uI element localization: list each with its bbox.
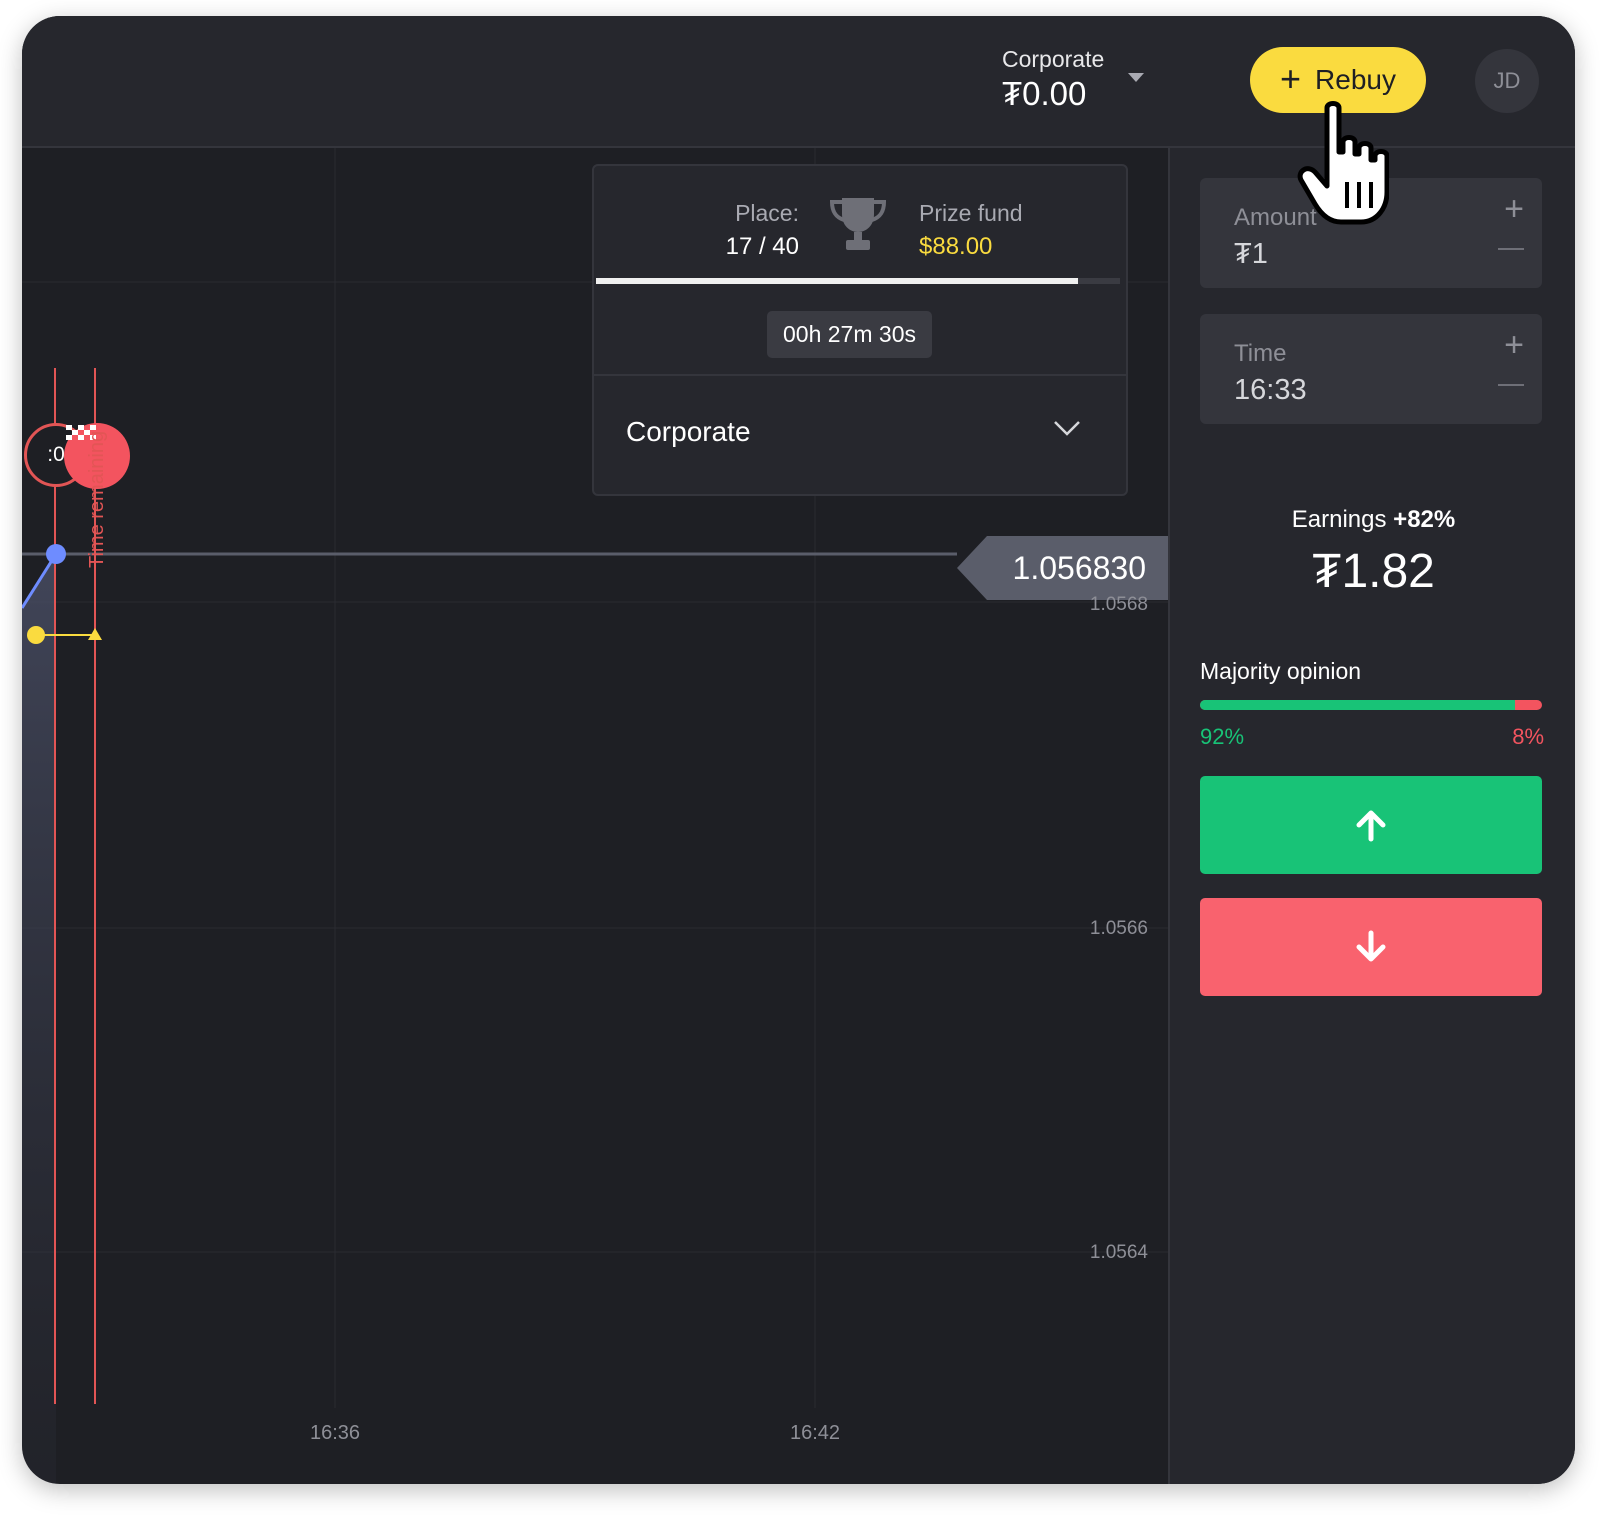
- tournament-progress-bar: [596, 278, 1120, 284]
- time-field[interactable]: Time 16:33 +: [1200, 314, 1542, 424]
- majority-down-percent: 8%: [1512, 724, 1544, 749]
- amount-value[interactable]: ₮1: [1234, 238, 1268, 271]
- minus-icon[interactable]: [1498, 248, 1524, 250]
- tournament-progress-fill: [596, 278, 1079, 284]
- trophy-icon: [826, 194, 890, 259]
- tournament-panel: Place: 17 / 40 Prize fund $88.00 00h 27m…: [592, 164, 1128, 496]
- y-tick-label: 1.0564: [1089, 1242, 1148, 1263]
- trade-down-button[interactable]: [1200, 898, 1542, 996]
- avatar[interactable]: JD: [1475, 49, 1539, 113]
- earnings-label: Earnings +82%: [1170, 506, 1575, 534]
- plus-icon[interactable]: +: [1504, 328, 1524, 362]
- prize-label: Prize fund: [919, 200, 1023, 226]
- earnings: Earnings +82% ₮1.82: [1170, 506, 1575, 599]
- y-tick-label: 1.0566: [1089, 918, 1148, 939]
- trade-entry-dot: [27, 626, 45, 644]
- majority-up-percent: 92%: [1200, 724, 1245, 749]
- tournament-select[interactable]: Corporate: [626, 416, 751, 448]
- arrow-down-icon: [1356, 930, 1386, 962]
- current-price-dot: [46, 544, 66, 564]
- place-label: Place:: [735, 200, 799, 226]
- price-area: [22, 554, 56, 1484]
- account-selector[interactable]: Corporate ₮0.00: [1002, 46, 1104, 113]
- plus-icon: +: [1280, 57, 1302, 99]
- rebuy-label: Rebuy: [1315, 64, 1396, 95]
- tournament-countdown: 00h 27m 30s: [767, 311, 932, 358]
- plus-icon[interactable]: +: [1504, 192, 1524, 226]
- arrow-up-icon: [1356, 810, 1386, 842]
- earnings-label-text: Earnings: [1291, 506, 1387, 533]
- prize-value: $88.00: [919, 233, 993, 260]
- trade-panel: Amount ₮1 + Time 16:33 + Earnings +82% ₮…: [1168, 148, 1575, 1484]
- chevron-down-icon[interactable]: [1052, 418, 1082, 443]
- divider: [594, 374, 1126, 376]
- place-value: 17 / 40: [725, 233, 799, 260]
- time-label: Time: [1234, 340, 1287, 367]
- hand-pointer-icon: [1297, 100, 1390, 235]
- x-tick-label: 16:36: [309, 1422, 361, 1444]
- earnings-percent: +82%: [1393, 506, 1456, 533]
- majority-opinion-bar: [1200, 700, 1542, 710]
- trade-up-button[interactable]: [1200, 776, 1542, 874]
- majority-opinion-label: Majority opinion: [1200, 658, 1362, 684]
- time-value[interactable]: 16:33: [1234, 374, 1307, 407]
- x-tick-label: 16:42: [789, 1422, 841, 1444]
- account-balance: ₮0.00: [1002, 75, 1087, 112]
- tournament-place: Place: 17 / 40: [694, 200, 799, 261]
- time-remaining-label: Time remaining: [86, 430, 108, 568]
- caret-down-icon[interactable]: [1128, 73, 1144, 82]
- app-window: Corporate ₮0.00 + Rebuy JD:0 Time remai…: [22, 16, 1575, 1484]
- majority-up-fill: [1200, 700, 1515, 710]
- earnings-value: ₮1.82: [1312, 545, 1435, 598]
- current-price-tag: 1.056830: [957, 536, 1168, 600]
- y-tick-label: 1.0568: [1089, 594, 1148, 615]
- minus-icon[interactable]: [1498, 384, 1524, 386]
- account-name: Corporate: [1002, 46, 1105, 72]
- tournament-prize: Prize fund $88.00: [919, 200, 1023, 261]
